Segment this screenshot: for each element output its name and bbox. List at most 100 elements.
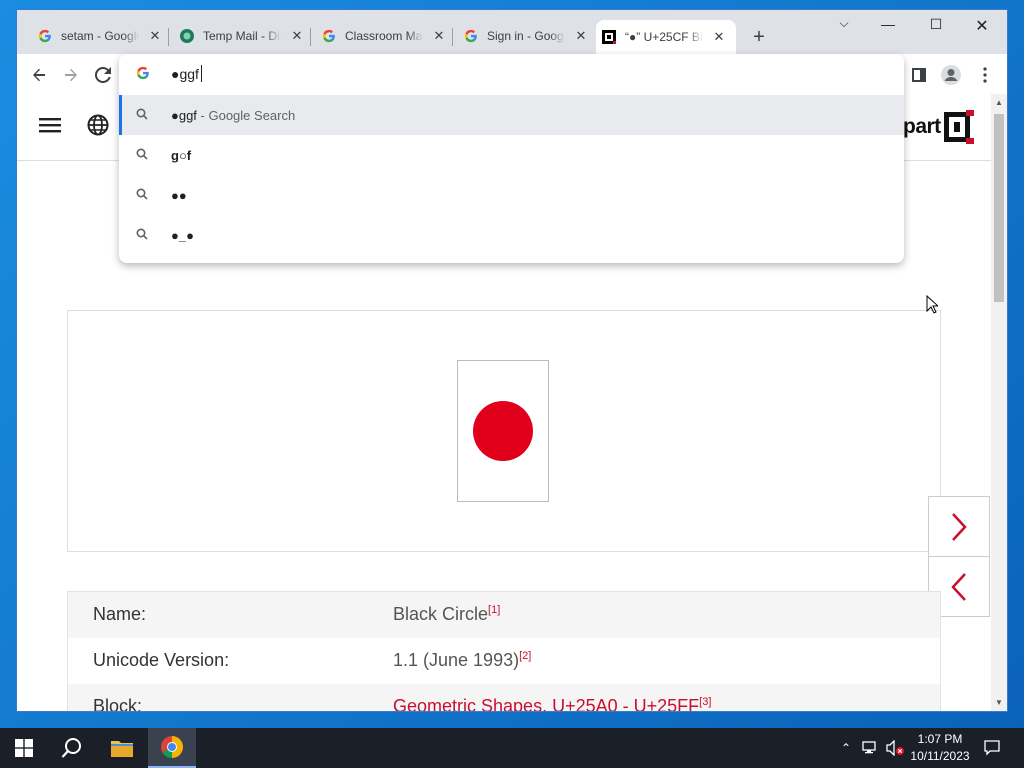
search-icon <box>61 738 81 758</box>
back-arrow-icon <box>33 68 45 82</box>
hamburger-menu-icon[interactable] <box>39 116 61 139</box>
tab-title: “●” U+25CF Black Circle <box>625 30 703 44</box>
menu-kebab-icon[interactable] <box>973 63 997 87</box>
system-clock[interactable]: 1:07 PM 10/11/2023 <box>905 731 975 765</box>
footnote-link[interactable]: [1] <box>488 604 500 616</box>
volume-muted-icon[interactable] <box>884 728 906 768</box>
glyph-preview <box>457 360 549 502</box>
property-key: Block: <box>93 696 143 711</box>
compart-icon <box>601 29 617 45</box>
chevron-right-icon <box>952 512 967 541</box>
back-button[interactable] <box>27 63 51 87</box>
search-icon <box>136 148 148 163</box>
compart-logo-icon <box>943 110 974 144</box>
black-circle-glyph <box>473 401 533 461</box>
maximize-button[interactable]: ☐ <box>921 16 951 33</box>
close-tab-icon[interactable]: ✕ <box>289 28 305 44</box>
tab-search-icon[interactable]: ⌵ <box>829 16 859 31</box>
close-tab-icon[interactable]: ✕ <box>431 28 447 44</box>
google-icon <box>463 28 479 44</box>
suggestion-item[interactable]: ●ggf - Google Search <box>119 95 904 135</box>
browser-window: setam - Google Search ✕ Temp Mail - Disp… <box>17 10 1007 711</box>
address-bar[interactable]: ●ggf <box>119 54 904 94</box>
tab-signin[interactable]: Sign in - Google ✕ <box>458 22 589 50</box>
search-icon <box>136 228 148 243</box>
suggestion-text: ●● <box>171 187 187 203</box>
next-character-button[interactable] <box>928 496 990 557</box>
tab-tempmail[interactable]: Temp Mail - Disposable ✕ <box>174 22 305 50</box>
tab-title: Sign in - Google <box>487 29 565 43</box>
table-row: Block: Geometric Shapes, U+25A0 - U+25FF… <box>68 684 940 711</box>
reload-icon <box>95 67 111 83</box>
property-value: Black Circle[1] <box>393 604 501 624</box>
text-cursor <box>201 65 202 82</box>
scroll-down-icon[interactable]: ▼ <box>995 698 1003 707</box>
glyph-card <box>67 310 941 552</box>
property-key: Name: <box>93 604 147 624</box>
tempmail-icon <box>179 28 195 44</box>
suggestion-text: g○f <box>171 147 192 163</box>
chevron-left-icon <box>951 572 966 601</box>
table-row: Unicode Version: 1.1 (June 1993)[2] <box>68 638 940 684</box>
logo-text: part <box>903 115 941 138</box>
tab-title: Classroom Management <box>345 29 423 43</box>
clock-date: 10/11/2023 <box>910 749 970 763</box>
footnote-link[interactable]: [2] <box>519 650 531 662</box>
chrome-taskbar-button[interactable] <box>148 728 196 768</box>
block-link[interactable]: Geometric Shapes, U+25A0 - U+25FF[3] <box>393 696 711 711</box>
chrome-icon <box>161 736 183 758</box>
tab-classroom[interactable]: Classroom Management ✕ <box>316 22 447 50</box>
forward-button[interactable] <box>59 63 83 87</box>
forward-arrow-icon <box>65 68 77 82</box>
new-tab-button[interactable]: + <box>748 26 770 49</box>
notifications-icon[interactable] <box>980 728 1004 768</box>
suggestion-item[interactable]: g○f <box>119 135 904 175</box>
close-tab-icon[interactable]: ✕ <box>147 28 163 44</box>
file-explorer-button[interactable] <box>98 728 146 768</box>
search-icon <box>136 188 148 203</box>
google-icon <box>136 66 150 85</box>
scrollbar-thumb[interactable] <box>994 114 1004 302</box>
tab-compart-active[interactable]: “●” U+25CF Black Circle ✕ <box>596 20 736 54</box>
search-taskbar-button[interactable] <box>48 728 96 768</box>
network-icon[interactable] <box>860 728 882 768</box>
google-icon <box>321 28 337 44</box>
start-button[interactable] <box>0 728 48 768</box>
globe-icon[interactable] <box>87 114 109 141</box>
site-logo[interactable]: part <box>903 110 974 144</box>
suggestion-text: ●_● <box>171 227 194 243</box>
property-value: 1.1 (June 1993)[2] <box>393 650 532 670</box>
property-key: Unicode Version: <box>93 650 230 670</box>
side-panel-icon[interactable] <box>907 63 931 87</box>
show-hidden-icons-chevron-up-icon[interactable]: ⌃ <box>836 728 856 768</box>
suggestion-item[interactable]: ●● <box>119 175 904 215</box>
windows-taskbar: ⌃ 1:07 PM 10/11/2023 <box>0 728 1024 768</box>
close-tab-icon[interactable]: ✕ <box>573 28 589 44</box>
minimize-button[interactable]: — <box>873 16 903 32</box>
suggestion-subtext: - Google Search <box>196 107 296 123</box>
scroll-up-icon[interactable]: ▲ <box>995 98 1003 107</box>
reload-button[interactable] <box>91 63 115 87</box>
google-icon <box>37 28 53 44</box>
footnote-link[interactable]: [3] <box>699 696 711 708</box>
address-input-value[interactable]: ●ggf <box>171 66 199 82</box>
windows-logo-icon <box>15 739 33 757</box>
clock-time: 1:07 PM <box>917 732 963 746</box>
suggestion-item[interactable]: ●_● <box>119 215 904 255</box>
mouse-cursor-icon <box>926 294 940 319</box>
search-icon <box>136 108 148 123</box>
suggestion-text: ●ggf <box>171 107 197 123</box>
tab-title: setam - Google Search <box>61 29 139 43</box>
profile-avatar[interactable] <box>939 63 963 87</box>
properties-table: Name: Black Circle[1] Unicode Version: 1… <box>67 591 941 711</box>
tab-strip: setam - Google Search ✕ Temp Mail - Disp… <box>17 10 1007 54</box>
close-tab-icon[interactable]: ✕ <box>711 29 727 45</box>
tab-title: Temp Mail - Disposable <box>203 29 281 43</box>
tab-separator <box>168 28 169 46</box>
tab-separator <box>452 28 453 46</box>
tab-separator <box>310 28 311 46</box>
folder-icon <box>111 741 133 757</box>
close-window-button[interactable]: ✕ <box>967 16 997 36</box>
tab-setam[interactable]: setam - Google Search ✕ <box>32 22 163 50</box>
vertical-scrollbar[interactable]: ▲ ▼ <box>991 94 1007 711</box>
